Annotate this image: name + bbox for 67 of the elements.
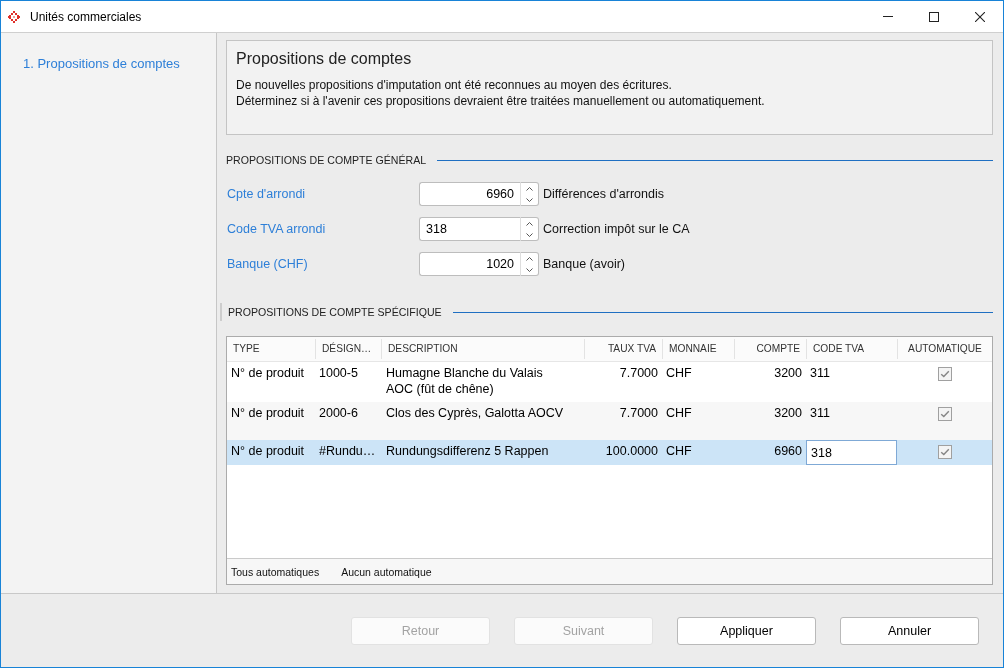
table-cell-text: 7.7000 (618, 365, 659, 382)
column-header[interactable]: COMPTE (734, 339, 806, 359)
table-cell-text: 3200 (773, 365, 803, 382)
sidebar-item[interactable]: 1. Propositions de comptes (23, 56, 180, 72)
cell-input[interactable]: 318 (806, 440, 897, 465)
minimize-icon (883, 16, 893, 17)
column-header[interactable]: TAUX TVA (584, 339, 662, 359)
checkbox[interactable] (937, 367, 952, 381)
window-title: Unités commerciales (30, 9, 142, 24)
table-row[interactable]: N° de produit 2000-6 Clos des Cyprès, Galotta AOCV 7.7000 CHF 3200 311 (227, 402, 992, 440)
description-text: Déterminez si à l'avenir ces propositions devraient être traitées manuellement ou automatiquement. (236, 93, 766, 109)
dialog-button[interactable]: Annuler (840, 617, 979, 645)
table-row[interactable]: N° de produit #Rundu… Rundungsdifferenz 5 Rappen 100.0000 CHF 6960 318 (227, 440, 992, 465)
chevron-up-icon[interactable] (526, 186, 533, 191)
app-icon (8, 10, 20, 23)
table-cell-text: 100.0000 (604, 443, 659, 460)
chevron-up-icon[interactable] (526, 256, 533, 261)
table-cell-text: 6960 (773, 443, 803, 460)
column-header[interactable]: CODE TVA (806, 339, 897, 359)
spin-buttons[interactable] (520, 252, 539, 276)
column-header[interactable]: DÉSIGN… (315, 339, 381, 359)
number-field[interactable]: 1020 (419, 252, 520, 276)
chevron-down-icon[interactable] (526, 197, 533, 202)
spin-buttons[interactable] (520, 217, 539, 241)
chevron-down-icon[interactable] (526, 232, 533, 237)
table-cell-text: 2000-6 (318, 405, 359, 422)
table-cell-text: CHF (665, 443, 693, 460)
chevron-up-icon[interactable] (526, 221, 533, 226)
section-heading: PROPOSITIONS DE COMPTE SPÉCIFIQUE (228, 306, 442, 318)
chevron-down-icon[interactable] (526, 267, 533, 272)
checkbox[interactable] (937, 407, 952, 421)
maximize-icon (929, 11, 939, 22)
field-description: Correction impôt sur le CA (543, 222, 690, 236)
close-icon (975, 11, 985, 22)
table-cell-text: N° de produit (230, 443, 306, 460)
panel-title: Propositions de comptes (236, 49, 413, 69)
table-cell-text: Clos des Cyprès, Galotta AOCV (385, 405, 565, 422)
field-label: Banque (CHF) (226, 257, 309, 271)
table-cell-text: N° de produit (230, 405, 306, 422)
field-description: Différences d'arrondis (543, 187, 664, 201)
column-header[interactable]: AUTOMATIQUE (897, 339, 992, 359)
column-header[interactable]: TYPE (227, 339, 315, 359)
checkbox[interactable] (937, 445, 952, 459)
table-cell-text: 311 (809, 365, 831, 382)
table-cell-text: N° de produit (230, 365, 306, 382)
table-cell-text: Rundungsdifferenz 5 Rappen (385, 443, 550, 460)
field-label: Code TVA arrondi (226, 222, 327, 236)
description-text: De nouvelles propositions d'imputation ont été reconnues au moyen des écritures. (236, 77, 673, 93)
number-field[interactable]: 318 (419, 217, 520, 241)
table-cell-text: Humagne Blanche du Valais AOC (fût de chêne) (385, 365, 544, 398)
table-cell-text: CHF (665, 365, 693, 382)
table-cell-text: CHF (665, 405, 693, 422)
column-header[interactable]: DESCRIPTION (381, 339, 584, 359)
number-field[interactable]: 6960 (419, 182, 520, 206)
table-cell-text: 7.7000 (618, 405, 659, 422)
field-description: Banque (avoir) (543, 257, 625, 271)
text-button[interactable]: Aucun automatique (341, 565, 432, 578)
table-cell-text: 1000-5 (318, 365, 359, 382)
dialog-button[interactable]: Appliquer (677, 617, 816, 645)
text-button[interactable]: Tous automatiques (231, 565, 320, 578)
table-cell-text: 3200 (773, 405, 803, 422)
field-label: Cpte d'arrondi (226, 187, 307, 201)
table-cell-text: 311 (809, 405, 831, 422)
section-heading: PROPOSITIONS DE COMPTE GÉNÉRAL (226, 154, 427, 166)
column-header[interactable]: MONNAIE (662, 339, 734, 359)
table-cell-text: #Rundu… (318, 443, 377, 460)
spin-buttons[interactable] (520, 182, 539, 206)
